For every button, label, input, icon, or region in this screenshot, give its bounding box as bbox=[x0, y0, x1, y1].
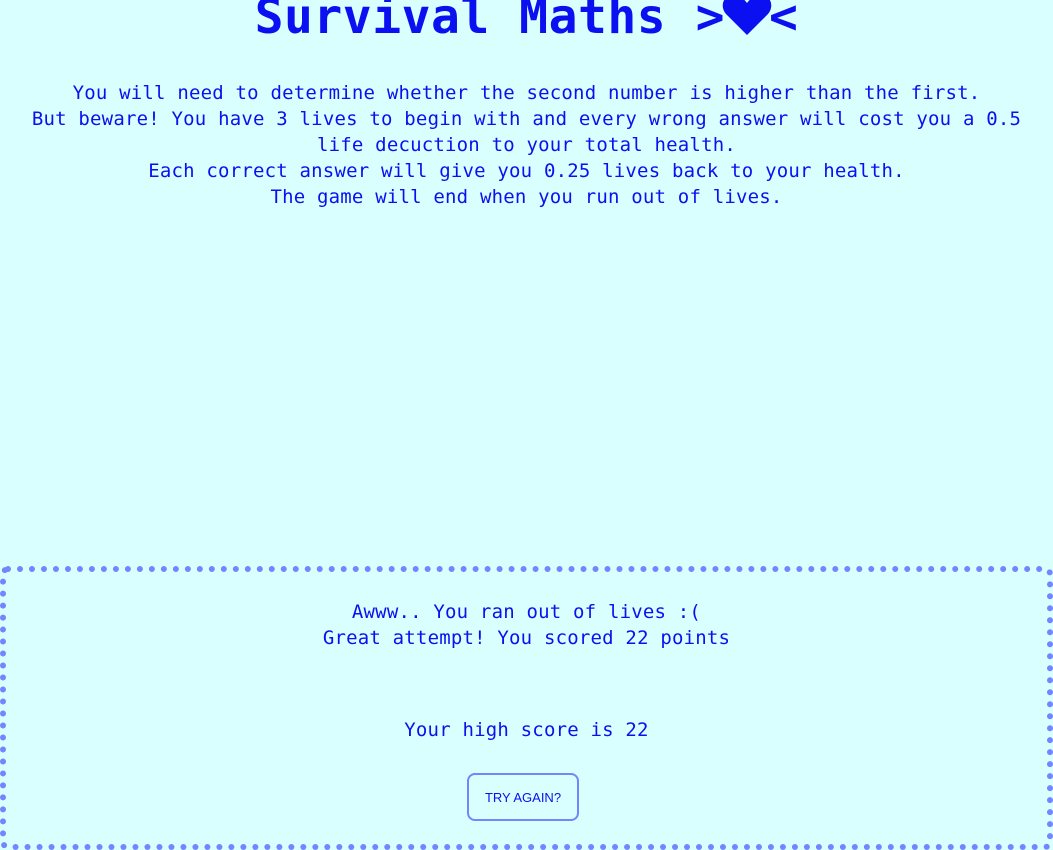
title-text: Survival Maths bbox=[254, 0, 667, 45]
result-message: Awww.. You ran out of lives :( Great att… bbox=[6, 599, 1047, 651]
page-title: Survival Maths > < bbox=[0, 0, 1053, 50]
instruction-line: You will need to determine whether the s… bbox=[72, 82, 981, 104]
instructions: You will need to determine whether the s… bbox=[8, 80, 1045, 210]
heart-icon bbox=[722, 0, 772, 35]
game-over-panel: Awww.. You ran out of lives :( Great att… bbox=[0, 566, 1053, 850]
game-over-text: Awww.. You ran out of lives :( bbox=[351, 601, 702, 623]
instruction-line: But beware! You have 3 lives to begin wi… bbox=[31, 108, 1022, 156]
title-suffix: < bbox=[768, 0, 799, 45]
try-again-button[interactable]: TRY AGAIN? bbox=[467, 773, 579, 821]
high-score-text: Your high score is 22 bbox=[404, 719, 649, 741]
heart-emoticon: > < bbox=[696, 0, 799, 50]
score-text: Great attempt! You scored 22 points bbox=[322, 627, 731, 649]
instruction-line: Each correct answer will give you 0.25 l… bbox=[148, 160, 905, 182]
instruction-line: The game will end when you run out of li… bbox=[270, 186, 783, 208]
